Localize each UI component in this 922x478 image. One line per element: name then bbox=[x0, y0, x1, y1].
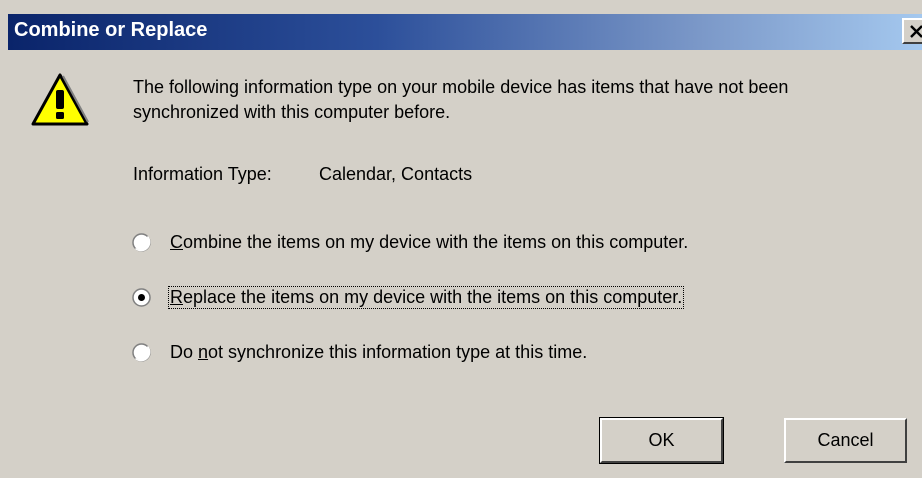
cancel-button[interactable]: Cancel bbox=[784, 418, 907, 463]
radio-replace-label: Replace the items on my device with the … bbox=[167, 285, 685, 309]
close-icon bbox=[910, 25, 922, 38]
dialog-title: Combine or Replace bbox=[14, 19, 208, 41]
radio-do-not-synchronize[interactable]: Do not synchronize this information type… bbox=[132, 339, 588, 365]
radio-button-unselected[interactable] bbox=[132, 342, 151, 362]
radio-button-unselected[interactable] bbox=[132, 232, 151, 252]
sync-message: The following information type on your m… bbox=[133, 77, 789, 122]
title-bar[interactable]: Combine or Replace bbox=[8, 14, 922, 50]
information-type-row: Information Type: Calendar, Contacts bbox=[133, 164, 472, 185]
radio-button-selected[interactable] bbox=[132, 287, 151, 307]
information-type-label: Information Type: bbox=[133, 164, 272, 184]
warning-icon bbox=[31, 73, 89, 126]
information-type-value: Calendar, Contacts bbox=[319, 164, 473, 184]
radio-combine-label: Combine the items on my device with the … bbox=[170, 231, 689, 252]
radio-do-not-synchronize-label: Do not synchronize this information type… bbox=[170, 341, 588, 362]
radio-replace-items[interactable]: Replace the items on my device with the … bbox=[132, 284, 685, 310]
close-button[interactable] bbox=[902, 18, 922, 44]
combine-or-replace-dialog: Combine or Replace The following informa… bbox=[0, 0, 922, 478]
radio-combine-items[interactable]: Combine the items on my device with the … bbox=[132, 229, 689, 255]
ok-button[interactable]: OK bbox=[599, 417, 724, 464]
